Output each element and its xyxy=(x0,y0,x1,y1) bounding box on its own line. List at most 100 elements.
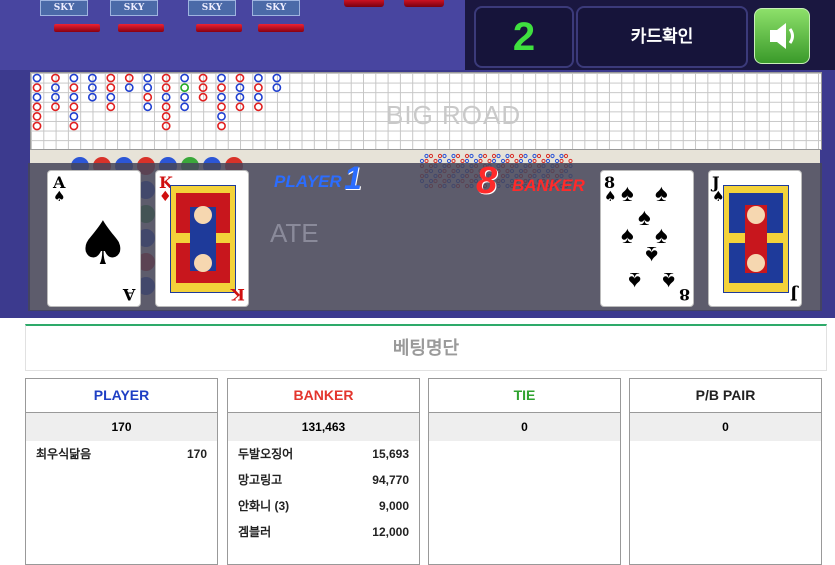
road-ring xyxy=(180,102,189,112)
bettor-name: 망고링고 xyxy=(238,473,283,487)
banker-card-1: 8 ♠ ♠ ♠ ♠ ♠ ♠ ♠ ♠ ♠ 8 xyxy=(600,170,694,307)
road-ring xyxy=(51,83,60,92)
road-ring xyxy=(235,102,245,112)
bet-amount: 9,000 xyxy=(378,499,409,513)
svg-text:♠: ♠ xyxy=(621,180,634,207)
road-ring xyxy=(272,83,282,92)
chip-tray xyxy=(54,24,100,32)
road-ring xyxy=(253,102,263,112)
bet-row: 겜블러 12,000 xyxy=(228,519,419,545)
svg-text:♠: ♠ xyxy=(655,180,668,207)
small-road-ring xyxy=(523,153,528,159)
small-road-ring xyxy=(532,153,537,159)
small-road-ring xyxy=(437,153,443,159)
red-marker xyxy=(404,0,444,7)
road-ring xyxy=(87,83,97,92)
player-card-1: A ♠ ♠ A xyxy=(47,170,141,307)
road-ring xyxy=(32,121,42,131)
sky-chip: SKY xyxy=(40,0,88,16)
small-road-ring xyxy=(455,153,461,159)
sky-chip: SKY xyxy=(188,0,236,16)
road-ring xyxy=(180,83,189,92)
player-card-2: K ♦ K xyxy=(155,170,249,307)
small-road-ring xyxy=(428,153,434,159)
betting-list-title: 베팅명단 xyxy=(25,324,827,371)
card-rank: J xyxy=(790,285,798,304)
road-ring xyxy=(253,92,263,102)
svg-text:♠: ♠ xyxy=(662,267,675,294)
road-ring xyxy=(235,83,245,92)
road-ring xyxy=(217,102,226,112)
small-road-ring xyxy=(496,153,501,159)
road-ring xyxy=(180,73,189,83)
bet-column-header: P/B PAIR xyxy=(630,379,821,413)
card-rank: K xyxy=(231,285,245,304)
card-suit: ♠ xyxy=(53,189,66,205)
bettor-name: 안화니 (3) xyxy=(238,499,290,513)
bet-column-header: PLAYER xyxy=(26,379,217,413)
small-road-ring xyxy=(509,153,515,159)
banker-score: 8 xyxy=(476,160,498,202)
road-ring xyxy=(235,73,245,83)
king-face-icon xyxy=(170,185,236,293)
big-road-label: BIG ROAD xyxy=(386,100,522,130)
road-ring xyxy=(32,112,42,121)
road-ring xyxy=(217,83,226,92)
road-ring xyxy=(161,73,171,83)
spade-pips-icon: ♠ ♠ ♠ ♠ ♠ ♠ ♠ ♠ xyxy=(621,180,675,294)
road-ring xyxy=(69,112,79,121)
bet-column-total: 131,463 xyxy=(228,413,419,441)
road-ring xyxy=(143,73,153,83)
road-ring xyxy=(69,92,79,102)
sound-toggle-button[interactable] xyxy=(754,8,810,64)
jack-face-icon xyxy=(723,185,789,293)
road-ring xyxy=(69,102,79,112)
banker-label: BANKER xyxy=(512,176,585,195)
small-road-ring xyxy=(469,153,474,159)
road-ring xyxy=(51,92,60,102)
bet-column-banker: BANKER 131,463 두발오징어 15,693 망고링고 94,770 안화니 (3… xyxy=(227,378,420,565)
bet-row: 망고링고 94,770 xyxy=(228,467,419,493)
bettor-name: 두발오징어 xyxy=(238,447,294,461)
chip-tray xyxy=(118,24,164,32)
road-ring xyxy=(32,83,42,92)
bet-amount: 15,693 xyxy=(372,447,409,461)
small-road-ring xyxy=(424,153,429,159)
sky-chip: SKY xyxy=(252,0,300,16)
road-ring xyxy=(198,83,208,92)
road-ring xyxy=(235,92,245,102)
small-road-ring xyxy=(442,153,447,159)
road-ring xyxy=(106,102,116,112)
bet-column-header: TIE xyxy=(429,379,620,413)
bet-column-total: 170 xyxy=(26,413,217,441)
small-road-ring xyxy=(464,153,470,159)
small-road-ring xyxy=(550,153,555,159)
road-ring xyxy=(32,92,42,102)
player-label: PLAYER xyxy=(274,172,342,191)
road-ring xyxy=(180,92,189,102)
road-ring xyxy=(106,73,116,83)
bet-row: 안화니 (3) 9,000 xyxy=(228,493,419,519)
card-rank: 8 xyxy=(678,285,690,304)
red-marker xyxy=(344,0,384,7)
card-rank: A xyxy=(122,285,135,304)
road-ring xyxy=(124,73,134,83)
road-ring xyxy=(69,83,79,92)
svg-text:♠: ♠ xyxy=(621,222,634,249)
small-road-ring xyxy=(478,153,483,159)
card-confirm-button[interactable]: 카드확인 xyxy=(576,6,748,68)
player-score: 1 xyxy=(344,160,362,196)
bet-amount: 12,000 xyxy=(372,525,409,539)
banker-card-2: J ♠ J xyxy=(708,170,802,307)
road-ring xyxy=(161,112,171,121)
road-ring xyxy=(272,73,282,83)
small-road-ring xyxy=(559,153,564,159)
big-road-board: BIG ROAD xyxy=(30,72,822,150)
round-number: 2 xyxy=(474,6,574,68)
chip-tray xyxy=(196,24,242,32)
road-ring xyxy=(161,92,171,102)
small-road-ring xyxy=(545,153,551,159)
spade-icon: ♠ xyxy=(76,209,130,279)
road-ring xyxy=(217,121,226,131)
bet-row: 두발오징어 15,693 xyxy=(228,441,419,467)
